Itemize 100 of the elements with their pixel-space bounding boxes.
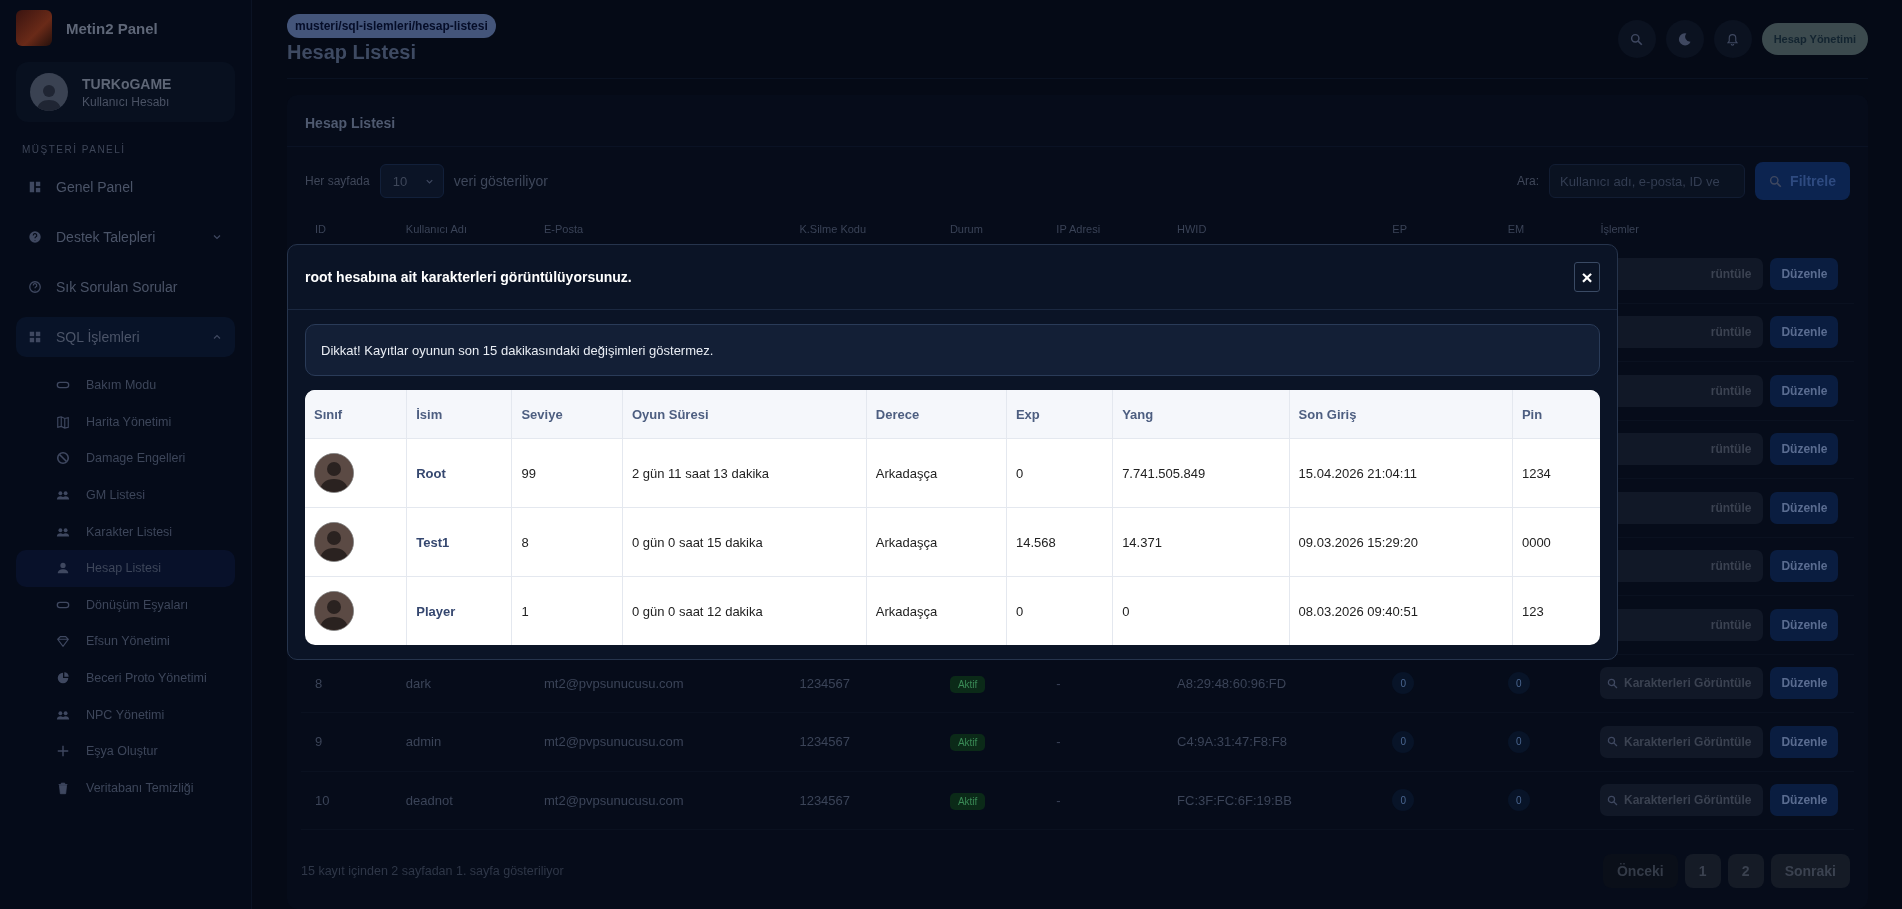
grid-icon xyxy=(28,330,42,344)
table-cell: 0000 xyxy=(1521,534,1551,550)
nav-subitem[interactable]: Harita Yönetimi xyxy=(16,403,235,441)
moon-icon xyxy=(1677,31,1693,47)
nav-item[interactable]: Destek Talepleri xyxy=(16,217,235,257)
theme-button[interactable] xyxy=(1665,20,1704,58)
diamond-icon xyxy=(56,634,70,649)
table-cell: deadnot xyxy=(405,792,453,808)
column-header: Kullanıcı Adı xyxy=(405,223,467,235)
character-name[interactable]: Root xyxy=(416,465,446,481)
column-header: Exp xyxy=(1015,406,1040,422)
dashboard-icon xyxy=(28,180,42,194)
edit-button[interactable]: Düzenle xyxy=(1770,667,1839,700)
edit-button[interactable]: Düzenle xyxy=(1770,550,1839,583)
bell-icon xyxy=(1726,32,1740,46)
nav-item[interactable]: Sık Sorulan Sorular xyxy=(16,267,235,307)
table-cell: 10 xyxy=(315,792,330,808)
nav-subitem[interactable]: Efsun Yönetimi xyxy=(16,623,235,660)
table-cell: 0 xyxy=(1015,465,1024,481)
status-badge: Aktif xyxy=(949,675,986,693)
nav-item[interactable]: SQL İşlemleri xyxy=(16,317,235,357)
dialog-title: root hesabına ait karakterleri görüntülüyorsunuz. xyxy=(305,269,632,285)
column-header: İşlemler xyxy=(1600,223,1639,235)
edit-button[interactable]: Düzenle xyxy=(1770,433,1839,466)
nav-subitem[interactable]: NPC Yönetimi xyxy=(16,696,235,733)
per-page-label: Her sayfada xyxy=(305,174,370,188)
page-title: Hesap Listesi xyxy=(287,41,417,64)
close-button[interactable]: × xyxy=(1574,262,1600,292)
status-badge: Aktif xyxy=(949,792,986,810)
table-cell: 15.04.2026 21:04:11 xyxy=(1298,465,1417,481)
edit-button[interactable]: Düzenle xyxy=(1770,316,1839,349)
search-icon xyxy=(1607,736,1618,748)
table-cell: A8:29:48:60:96:FD xyxy=(1177,675,1287,691)
character-name[interactable]: Player xyxy=(416,603,456,619)
column-header: Son Giriş xyxy=(1298,406,1357,422)
edit-button[interactable]: Düzenle xyxy=(1770,257,1839,290)
table-cell: FC:3F:FC:6F:19:BB xyxy=(1177,792,1292,808)
count-badge: 0 xyxy=(1392,730,1415,753)
table-cell: 0 gün 0 saat 12 dakika xyxy=(631,603,763,619)
plus-icon xyxy=(56,744,70,759)
search-label: Ara: xyxy=(1517,174,1540,188)
card-title: Hesap Listesi xyxy=(287,95,1868,147)
table-cell: 7.741.505.849 xyxy=(1122,465,1206,481)
table-cell: 123 xyxy=(1521,603,1544,619)
column-header: K.Silme Kodu xyxy=(799,223,867,235)
nav-subitem[interactable]: GM Listesi xyxy=(16,476,235,514)
warning-alert: Dikkat! Kayıtlar oyunun son 15 dakikasındaki değişimleri göstermez. xyxy=(305,324,1600,376)
table-cell: - xyxy=(1056,792,1061,808)
nav-subitem[interactable]: Eşya Oluştur xyxy=(16,732,235,770)
nav-item[interactable]: Genel Panel xyxy=(16,167,235,207)
column-header: İsim xyxy=(416,406,443,422)
table-cell: - xyxy=(1056,734,1061,750)
table-cell: Arkadaşça xyxy=(875,534,938,550)
nav-subitem[interactable]: Veritabanı Temizliği xyxy=(16,769,235,807)
nav-subitem[interactable]: Beceri Proto Yönetimi xyxy=(16,659,235,697)
help-icon xyxy=(28,230,42,244)
avatar-icon xyxy=(314,453,354,493)
table-cell: mt2@pvpsunucusu.com xyxy=(544,675,684,691)
table-cell: 9 xyxy=(315,734,323,750)
table-cell: mt2@pvpsunucusu.com xyxy=(544,792,684,808)
nav-subitem[interactable]: Karakter Listesi xyxy=(16,513,235,550)
edit-button[interactable]: Düzenle xyxy=(1770,784,1839,817)
nav-subitem[interactable]: Dönüşüm Eşyaları xyxy=(16,586,235,624)
table-cell: 0 gün 0 saat 15 dakika xyxy=(631,534,763,550)
avatar-icon xyxy=(30,73,68,111)
table-cell: 2 gün 11 saat 13 dakika xyxy=(631,465,769,481)
edit-button[interactable]: Düzenle xyxy=(1770,491,1839,524)
table-cell: dark xyxy=(405,675,432,691)
edit-button[interactable]: Düzenle xyxy=(1770,608,1839,641)
count-badge: 0 xyxy=(1507,789,1530,812)
nav-subitem[interactable]: Damage Engelleri xyxy=(16,440,235,477)
edit-button[interactable]: Düzenle xyxy=(1770,374,1839,407)
search-icon xyxy=(1607,677,1618,689)
map-icon xyxy=(56,414,70,429)
table-cell: admin xyxy=(405,734,442,750)
table-cell: C4:9A:31:47:F8:F8 xyxy=(1177,734,1287,750)
breadcrumb[interactable]: musteri/sql-islemleri/hesap-listesi xyxy=(287,14,496,38)
table-cell: 14.568 xyxy=(1015,534,1056,550)
table-cell: Arkadaşça xyxy=(875,465,938,481)
person-icon xyxy=(56,561,70,576)
table-cell: 1234567 xyxy=(799,792,851,808)
column-header: Yang xyxy=(1122,406,1154,422)
search-icon xyxy=(1630,32,1644,46)
table-cell: 99 xyxy=(521,465,536,481)
column-header: EM xyxy=(1507,223,1525,235)
search-button[interactable] xyxy=(1617,20,1656,58)
count-badge: 0 xyxy=(1507,672,1530,695)
nav-subitem[interactable]: Bakım Modu xyxy=(16,367,235,404)
notification-button[interactable] xyxy=(1713,20,1752,58)
user-role: Kullanıcı Hesabı xyxy=(82,94,171,109)
table-cell: 1234567 xyxy=(799,734,851,750)
table-cell: 1234 xyxy=(1521,465,1551,481)
character-name[interactable]: Test1 xyxy=(416,534,450,550)
table-cell: 14.371 xyxy=(1122,534,1162,550)
table-cell: 08.03.2026 09:40:51 xyxy=(1298,603,1418,619)
count-badge: 0 xyxy=(1392,672,1415,695)
edit-button[interactable]: Düzenle xyxy=(1770,725,1839,758)
logo-image xyxy=(16,10,52,46)
user-name: TURKoGAME xyxy=(82,75,172,92)
column-header: Seviye xyxy=(521,406,563,422)
